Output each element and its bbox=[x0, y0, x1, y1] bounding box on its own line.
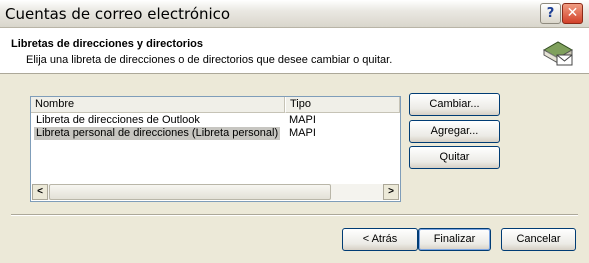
add-button[interactable]: Agregar... bbox=[409, 120, 500, 143]
title-bar: Cuentas de correo electrónico ? ✕ bbox=[0, 0, 589, 28]
help-button[interactable]: ? bbox=[540, 3, 561, 24]
cancel-button[interactable]: Cancelar bbox=[501, 228, 576, 251]
header-title: Libretas de direcciones y directorios bbox=[11, 38, 203, 50]
finish-button[interactable]: Finalizar bbox=[418, 228, 491, 251]
list-item-type: MAPI bbox=[289, 114, 316, 126]
separator bbox=[11, 214, 578, 216]
horizontal-scrollbar[interactable]: < > bbox=[32, 184, 399, 200]
column-header-tipo[interactable]: Tipo bbox=[285, 97, 400, 113]
header-subtitle: Elija una libreta de direcciones o de di… bbox=[26, 54, 393, 66]
list-item-name: Libreta personal de direcciones (Libreta… bbox=[34, 127, 281, 140]
remove-button[interactable]: Quitar bbox=[409, 146, 500, 169]
address-book-list[interactable]: Nombre Tipo Libreta de direcciones de Ou… bbox=[30, 96, 401, 202]
close-button[interactable]: ✕ bbox=[562, 3, 583, 24]
list-item[interactable]: Libreta de direcciones de Outlook MAPI bbox=[31, 114, 400, 127]
window-title: Cuentas de correo electrónico bbox=[5, 5, 231, 23]
scroll-right-icon[interactable]: > bbox=[383, 184, 399, 200]
address-book-icon bbox=[542, 41, 574, 66]
list-item-selected[interactable]: Libreta personal de direcciones (Libreta… bbox=[31, 127, 400, 140]
scrollbar-thumb[interactable] bbox=[49, 184, 331, 200]
scroll-left-icon[interactable]: < bbox=[32, 184, 48, 200]
back-button[interactable]: < Atrás bbox=[342, 228, 418, 251]
wizard-header: Libretas de direcciones y directorios El… bbox=[0, 28, 589, 74]
list-item-type: MAPI bbox=[289, 127, 316, 139]
list-item-name: Libreta de direcciones de Outlook bbox=[36, 114, 200, 126]
change-button[interactable]: Cambiar... bbox=[409, 93, 500, 116]
column-header-nombre[interactable]: Nombre bbox=[31, 97, 285, 113]
